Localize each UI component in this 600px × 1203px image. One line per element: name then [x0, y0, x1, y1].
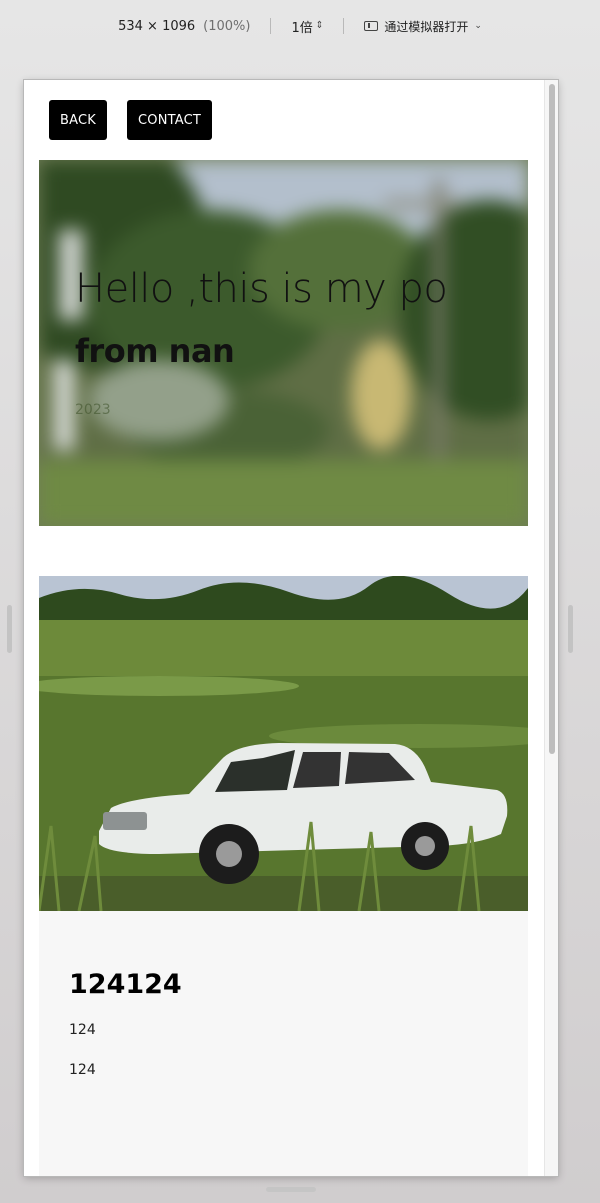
scrollbar[interactable] — [544, 80, 558, 1176]
hero-banner: Hello ,this is my po from nan 2023 — [39, 160, 528, 526]
simulator-icon — [364, 21, 379, 31]
left-resize-handle[interactable] — [7, 605, 12, 653]
simulator-toolbar: 534 × 1096 (100%) 1倍 ⇕ 通过模拟器打开 ⌄ — [0, 0, 600, 52]
car-in-field-image — [39, 576, 528, 911]
card-photo — [39, 576, 528, 911]
scrollbar-thumb[interactable] — [549, 84, 555, 754]
chevron-down-icon: ⌄ — [474, 21, 482, 31]
device-dimensions[interactable]: 534 × 1096 (100%) — [118, 19, 250, 34]
right-resize-handle[interactable] — [568, 605, 573, 653]
open-in-simulator-label: 通过模拟器打开 — [384, 19, 469, 34]
open-in-simulator-button[interactable]: 通过模拟器打开 ⌄ — [364, 18, 482, 35]
card-text-line: 124 — [69, 1062, 96, 1078]
card-title: 124124 — [69, 969, 182, 1000]
chevron-up-down-icon: ⇕ — [315, 20, 324, 32]
back-button[interactable]: BACK — [49, 100, 107, 140]
device-preview: BACK CONTACT Hello ,this is my po from n… — [24, 80, 558, 1176]
card-text-line: 124 — [69, 1022, 96, 1038]
toolbar-divider — [343, 18, 345, 34]
hero-title: Hello ,this is my po — [75, 266, 448, 312]
post-card[interactable]: 124124 124 124 — [39, 576, 528, 1176]
scale-selector[interactable]: 1倍 ⇕ — [291, 17, 323, 36]
bottom-resize-handle[interactable] — [266, 1187, 316, 1192]
top-nav: BACK CONTACT — [49, 100, 213, 140]
contact-button[interactable]: CONTACT — [127, 100, 213, 140]
hero-year: 2023 — [75, 402, 111, 418]
dimensions-text: 534 × 1096 — [118, 18, 196, 34]
hero-subtitle: from nan — [75, 332, 235, 370]
zoom-level: (100%) — [203, 18, 251, 34]
scale-text: 1倍 — [291, 20, 313, 36]
toolbar-divider — [270, 18, 272, 34]
